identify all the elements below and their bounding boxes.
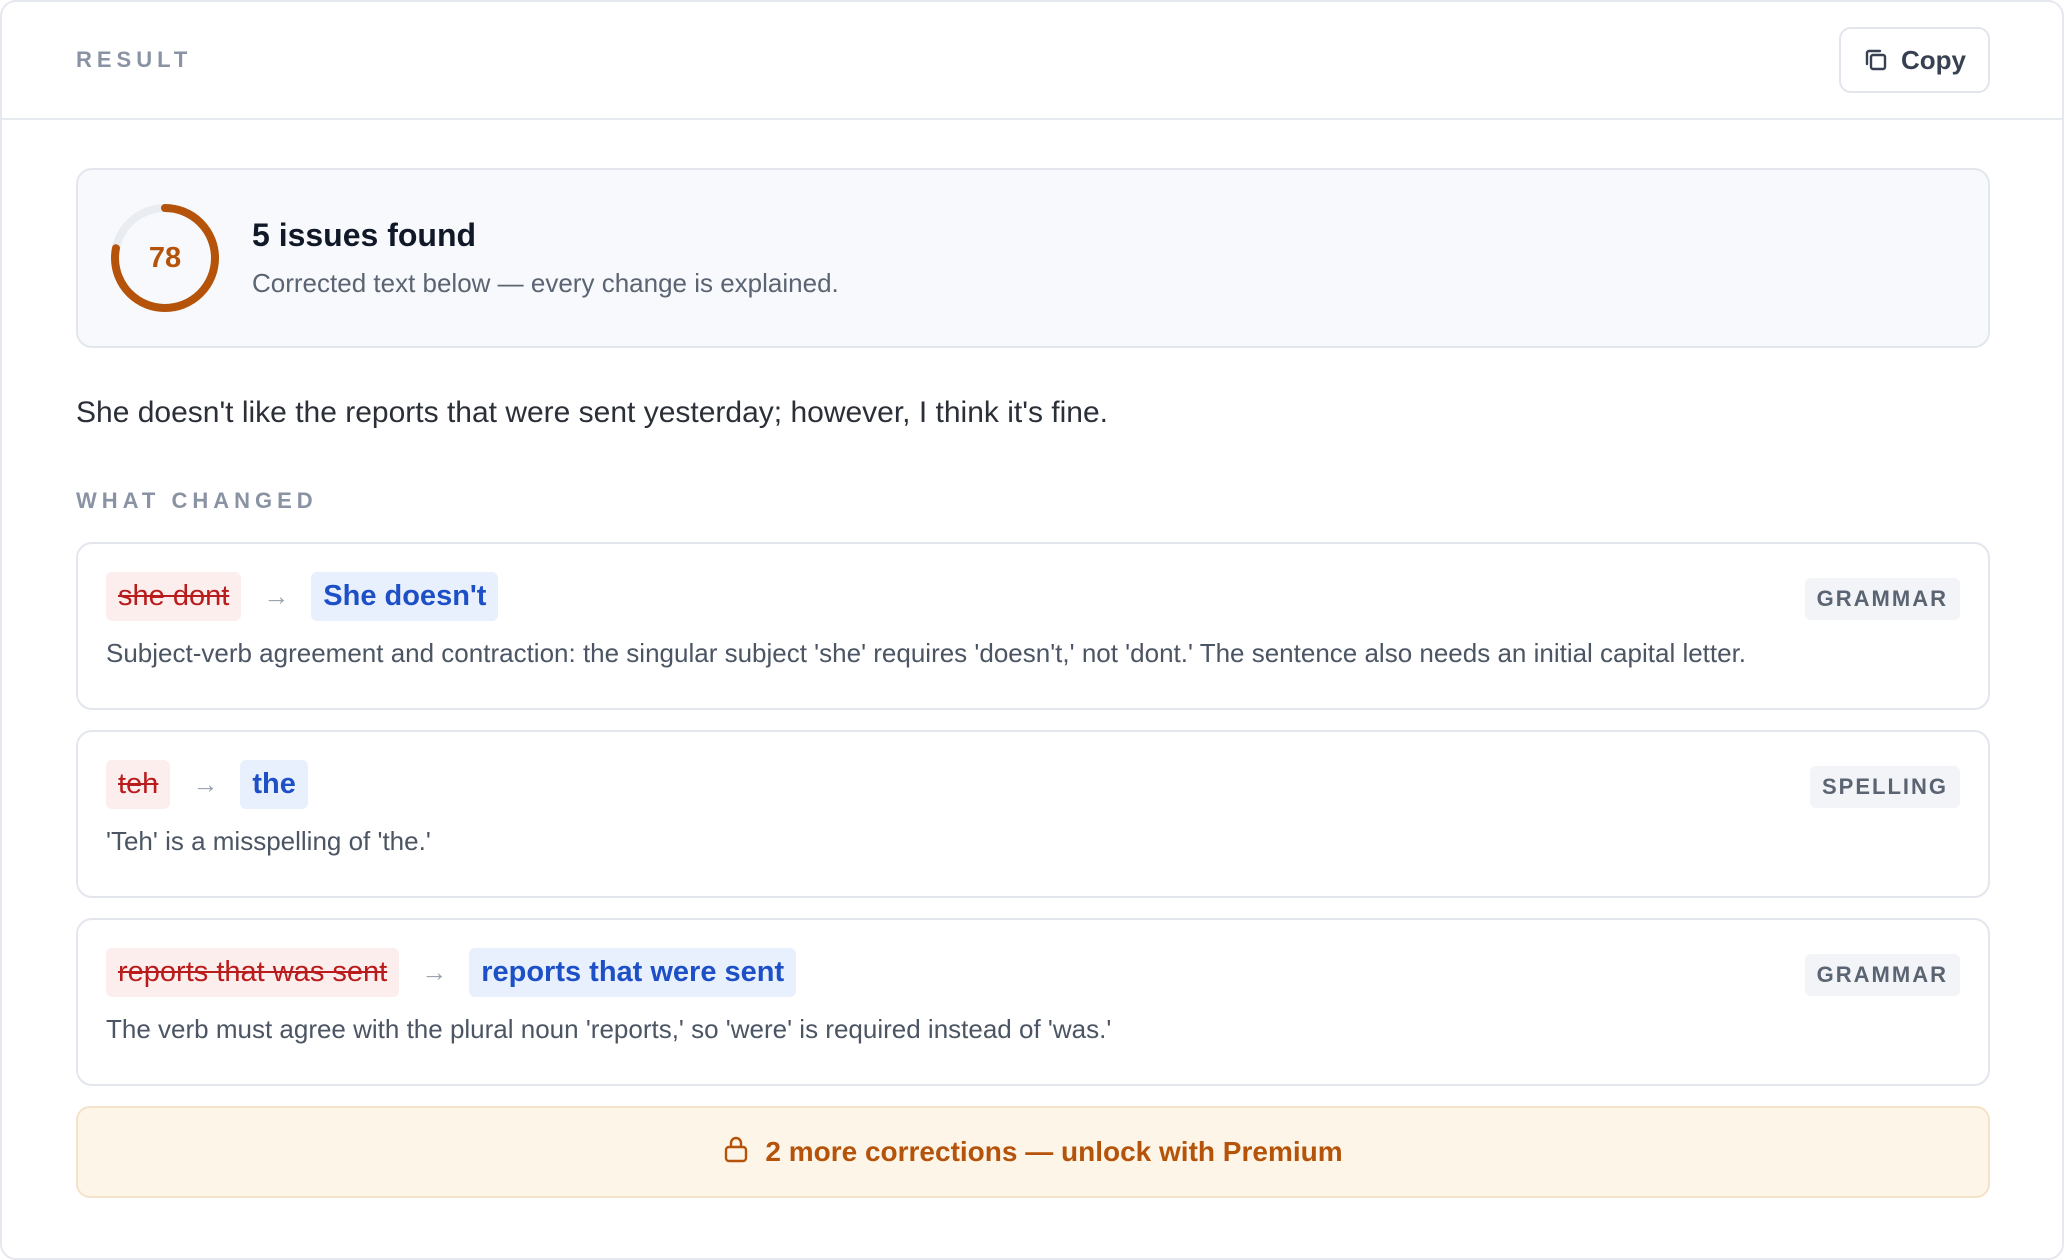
change-explanation: Subject-verb agreement and contraction: … [106,638,1747,668]
arrow-right-icon: → [263,580,290,611]
change-diff: teh → the [106,758,1960,810]
premium-label: 2 more corrections — unlock with Premium [765,1136,1343,1167]
score-ring: 78 [110,203,220,313]
summary-subtitle: Corrected text below — every change is e… [252,268,839,298]
result-panel: RESULT Copy 78 5 issues found Corrected … [0,0,2064,1260]
change-diff: she dont → She doesn't [106,570,1960,622]
premium-unlock-banner[interactable]: 2 more corrections — unlock with Premium [76,1106,1990,1198]
arrow-right-icon: → [192,768,219,799]
summary-title: 5 issues found [252,217,477,253]
changes-list: she dont → She doesn't GRAMMAR Subject-v… [76,542,1990,1086]
what-changed-label: WHAT CHANGED [76,488,318,513]
arrow-right-icon: → [421,956,448,987]
original-text: reports that was sent [106,947,400,997]
change-diff: reports that was sent → reports that wer… [106,946,1960,998]
change-explanation: 'Teh' is a misspelling of 'the.' [106,826,431,856]
category-badge: GRAMMAR [1804,578,1960,620]
change-card: she dont → She doesn't GRAMMAR Subject-v… [76,542,1990,710]
copy-icon [1863,47,1889,73]
category-badge: GRAMMAR [1804,954,1960,996]
copy-label: Copy [1901,44,1966,75]
summary-text: 5 issues found Corrected text below — ev… [252,217,839,299]
summary-card: 78 5 issues found Corrected text below —… [76,168,1990,348]
result-header: RESULT Copy [2,2,2062,120]
result-label: RESULT [76,47,193,72]
corrected-text: She doesn't like the reports that were s… [76,396,1108,429]
original-text: teh [106,759,171,809]
change-card: teh → the SPELLING 'Teh' is a misspellin… [76,730,1990,898]
score-value: 78 [148,241,182,274]
lock-icon [723,1135,749,1170]
replacement-text: She doesn't [311,571,499,621]
change-card: reports that was sent → reports that wer… [76,918,1990,1086]
replacement-text: the [240,759,308,809]
change-explanation: The verb must agree with the plural noun… [106,1014,1112,1044]
copy-button[interactable]: Copy [1839,27,1990,93]
replacement-text: reports that were sent [469,947,797,997]
original-text: she dont [106,571,242,621]
result-content: 78 5 issues found Corrected text below —… [2,120,2062,1198]
category-badge: SPELLING [1809,766,1960,808]
